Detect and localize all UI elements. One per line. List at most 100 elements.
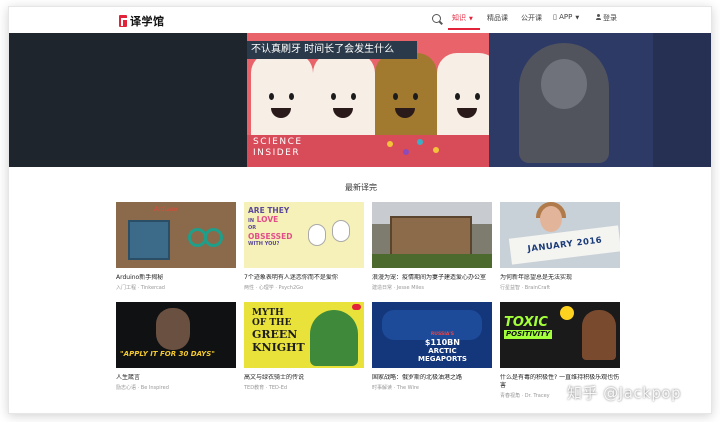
nav-item-premium[interactable]: 精品课 bbox=[487, 13, 508, 23]
smiley-icon bbox=[560, 306, 574, 320]
thumb-caption: MYTH OF THE GREEN KNIGHT bbox=[252, 308, 305, 354]
video-thumbnail[interactable]: JANUARY 2016 bbox=[500, 202, 620, 268]
green-knight-illustration bbox=[310, 310, 358, 366]
video-title[interactable]: 国家战略：俄罗斯的北极油港之路 bbox=[372, 374, 492, 382]
tooth-mouth bbox=[271, 108, 291, 118]
video-card[interactable]: "APPLY IT FOR 30 DAYS" 人生箴言 励志心语 · Be In… bbox=[116, 302, 236, 391]
nav-item-open-course[interactable]: 公开课 bbox=[521, 13, 542, 23]
video-thumbnail[interactable]: RUSSIA'S $110BN ARCTIC MEGAPORTS bbox=[372, 302, 492, 368]
nav-item-label: 知识 bbox=[452, 14, 466, 22]
user-icon bbox=[596, 14, 601, 20]
wooden-cabin-image bbox=[390, 216, 472, 256]
tooth-eye bbox=[455, 93, 460, 100]
video-card[interactable]: 浪漫为宠：疫情期间为妻子建造爱心办公室 建造日常 · Jesse Miles bbox=[372, 202, 492, 291]
tooth-eye bbox=[289, 93, 294, 100]
thumb-caption: RUSSIA'S $110BN ARCTIC MEGAPORTS bbox=[418, 332, 467, 363]
nav-item-login[interactable]: 登录 bbox=[596, 13, 617, 23]
video-thumbnail[interactable]: MYTH OF THE GREEN KNIGHT bbox=[244, 302, 364, 368]
top-nav: 译学馆 知识 ▼ 精品课 公开课 ▯ APP ▼ 登录 bbox=[9, 7, 711, 33]
tooth-eye bbox=[475, 93, 480, 100]
video-meta: 励志心语 · Be Inspired bbox=[116, 385, 169, 391]
thumb-caption: ARE THEY IN LOVE OR OBSESSED WITH YOU? bbox=[248, 206, 292, 248]
hero-title-banner: 不认真刷牙 时间长了会发生什么 bbox=[247, 41, 417, 59]
thumb-line: ARE THEY bbox=[248, 206, 290, 215]
tooth-eye bbox=[393, 93, 398, 100]
video-thumbnail[interactable]: Arduino bbox=[116, 202, 236, 268]
tooth-eye bbox=[331, 93, 336, 100]
video-card[interactable]: JANUARY 2016 为何新年愿望总是无法实现 行星益智 · BrainCr… bbox=[500, 202, 620, 291]
infinity-logo-icon bbox=[188, 228, 223, 247]
video-thumbnail[interactable]: TOXIC POSITIVITY bbox=[500, 302, 620, 368]
active-tab-indicator bbox=[448, 28, 480, 30]
thumb-line: MYTH bbox=[252, 308, 284, 318]
tooth-mouth bbox=[395, 108, 415, 118]
search-icon[interactable] bbox=[432, 14, 441, 23]
person-portrait bbox=[582, 310, 616, 360]
logo-icon bbox=[119, 15, 127, 27]
bacteria-dot bbox=[387, 141, 393, 147]
video-meta: 行星益智 · BrainCraft bbox=[500, 285, 551, 291]
logo-text: 译学馆 bbox=[130, 15, 165, 28]
brand-line: INSIDER bbox=[253, 148, 301, 158]
thumb-line: LOVE bbox=[256, 215, 279, 224]
thumb-line: MEGAPORTS bbox=[418, 355, 467, 363]
hero-carousel[interactable]: 不认真刷牙 时间长了会发生什么 SCIENCE INSIDER bbox=[9, 33, 711, 167]
video-meta: 入门工程 · Tinkercad bbox=[116, 285, 165, 291]
video-title[interactable]: Arduino新手揭秘 bbox=[116, 274, 236, 282]
tooth-eye bbox=[413, 93, 418, 100]
tooth-mouth bbox=[457, 108, 477, 118]
person-face bbox=[540, 206, 562, 232]
cartoon-character bbox=[332, 220, 350, 242]
video-title[interactable]: 为何新年愿望总是无法实现 bbox=[500, 274, 620, 282]
video-meta: TED教育 · TED-Ed bbox=[244, 385, 288, 391]
video-thumbnail[interactable] bbox=[372, 202, 492, 268]
hero-next-slide[interactable] bbox=[489, 33, 711, 167]
circuit-board-image bbox=[128, 220, 170, 260]
brand-line: SCIENCE bbox=[253, 137, 303, 147]
thumb-line: POSITIVITY bbox=[504, 330, 552, 339]
video-title[interactable]: 人生箴言 bbox=[116, 374, 236, 382]
channel-brand: SCIENCE INSIDER bbox=[253, 137, 303, 159]
thumb-line: GREEN bbox=[252, 328, 298, 341]
video-title[interactable]: 7个迹象表明有人迷恋你而不是爱你 bbox=[244, 274, 364, 282]
hero-slide-active[interactable]: 不认真刷牙 时间长了会发生什么 SCIENCE INSIDER bbox=[247, 33, 489, 167]
video-meta: 两性 · 心理学 · Psych2Go bbox=[244, 285, 304, 291]
video-card[interactable]: MYTH OF THE GREEN KNIGHT 高文与绿衣骑士的传说 TED教… bbox=[244, 302, 364, 391]
thumb-line: WITH YOU? bbox=[248, 241, 280, 247]
tooth-eye bbox=[269, 93, 274, 100]
video-meta: 建造日常 · Jesse Miles bbox=[372, 285, 424, 291]
nav-item-app[interactable]: ▯ APP ▼ bbox=[553, 13, 579, 21]
video-title[interactable]: 高文与绿衣骑士的传说 bbox=[244, 374, 364, 382]
nav-item-label: APP bbox=[559, 13, 573, 21]
site-logo[interactable]: 译学馆 bbox=[119, 13, 165, 29]
speaker-portrait bbox=[156, 308, 190, 350]
thumb-line: TOXIC bbox=[504, 315, 548, 330]
nav-item-label: 登录 bbox=[603, 14, 617, 22]
thumb-line: $110BN bbox=[424, 338, 460, 347]
watermark: 知乎 @Jackpop bbox=[567, 384, 682, 402]
nav-item-knowledge[interactable]: 知识 ▼ bbox=[452, 13, 473, 23]
video-card[interactable]: RUSSIA'S $110BN ARCTIC MEGAPORTS 国家战略：俄罗… bbox=[372, 302, 492, 391]
tooth-eye bbox=[351, 93, 356, 100]
grass bbox=[372, 254, 492, 268]
video-thumbnail[interactable]: "APPLY IT FOR 30 DAYS" bbox=[116, 302, 236, 368]
thumb-line: OF THE bbox=[252, 318, 292, 328]
more-badge-icon bbox=[352, 304, 361, 310]
thumb-caption: Arduino bbox=[154, 206, 178, 213]
video-title[interactable]: 浪漫为宠：疫情期间为妻子建造爱心办公室 bbox=[372, 274, 492, 282]
chevron-down-icon: ▼ bbox=[469, 16, 473, 22]
section-title: 最新译完 bbox=[345, 183, 377, 192]
thumb-line: ARCTIC bbox=[428, 347, 457, 355]
thumb-caption: JANUARY 2016 bbox=[508, 225, 620, 265]
video-card[interactable]: Arduino Arduino新手揭秘 入门工程 · Tinkercad bbox=[116, 202, 236, 291]
video-thumbnail[interactable]: ARE THEY IN LOVE OR OBSESSED WITH YOU? bbox=[244, 202, 364, 268]
cartoon-face bbox=[541, 59, 587, 109]
thumb-line: KNIGHT bbox=[252, 341, 305, 354]
browser-frame: 译学馆 知识 ▼ 精品课 公开课 ▯ APP ▼ 登录 不认真刷牙 时间长了会发… bbox=[8, 6, 712, 414]
video-card[interactable]: ARE THEY IN LOVE OR OBSESSED WITH YOU? 7… bbox=[244, 202, 364, 291]
bacteria-dot bbox=[433, 147, 439, 153]
thumb-line: OBSESSED bbox=[248, 232, 293, 241]
cartoon-character bbox=[308, 224, 326, 246]
thumb-line: OR bbox=[248, 225, 257, 231]
bacteria-dot bbox=[403, 149, 409, 155]
